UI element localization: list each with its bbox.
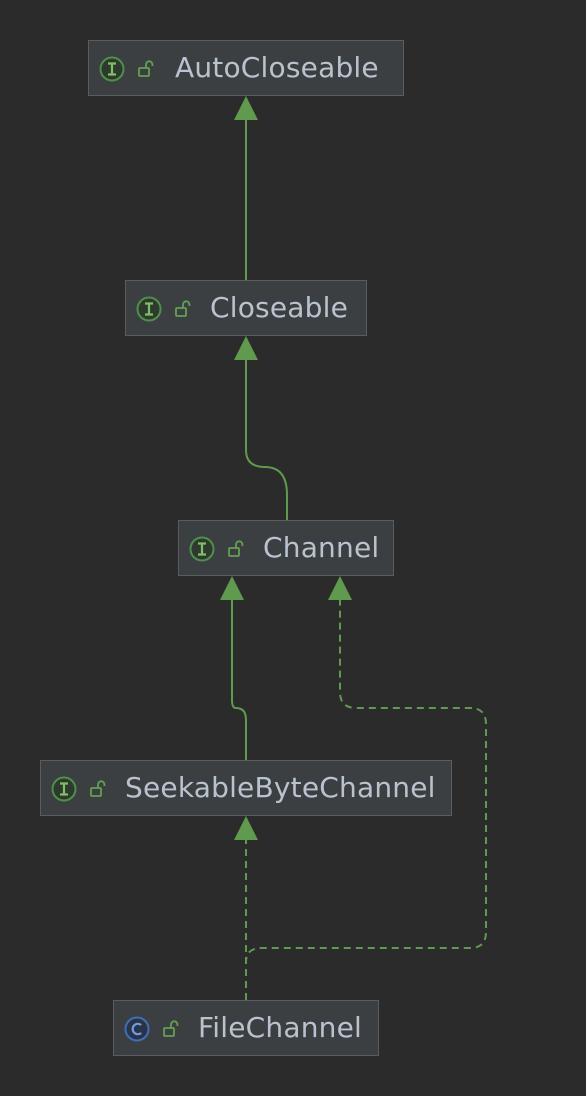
node-seekablebytechannel[interactable]: SeekableByteChannel (40, 760, 452, 816)
node-label: AutoCloseable (175, 51, 379, 84)
arrowhead-autocloseable (234, 96, 258, 120)
node-filechannel[interactable]: FileChannel (113, 1000, 379, 1056)
arrowhead-closeable (234, 336, 258, 360)
interface-icon (189, 536, 215, 562)
edge-channel-closeable (245, 354, 288, 520)
node-label: Closeable (210, 291, 349, 324)
arrowhead-channel-solid (220, 576, 244, 600)
interface-icon (51, 776, 77, 802)
interface-icon (136, 296, 162, 322)
public-unlock-icon (228, 540, 244, 557)
edge-seekable-channel (231, 594, 247, 760)
arrowhead-seekable (234, 816, 258, 840)
node-label: Channel (263, 531, 380, 564)
node-closeable[interactable]: Closeable (125, 280, 367, 336)
public-unlock-icon (175, 300, 191, 317)
public-unlock-icon (90, 780, 106, 797)
node-label: FileChannel (198, 1011, 363, 1044)
node-channel[interactable]: Channel (178, 520, 394, 576)
class-icon (124, 1016, 150, 1042)
node-autocloseable[interactable]: AutoCloseable (88, 40, 404, 96)
public-unlock-icon (138, 60, 154, 77)
diagram-canvas: AutoCloseable Closeable Channel Seekable… (0, 0, 586, 1096)
node-label: SeekableByteChannel (125, 771, 436, 804)
public-unlock-icon (163, 1020, 179, 1037)
interface-icon (99, 56, 125, 82)
arrowhead-channel-dashed (328, 576, 352, 600)
